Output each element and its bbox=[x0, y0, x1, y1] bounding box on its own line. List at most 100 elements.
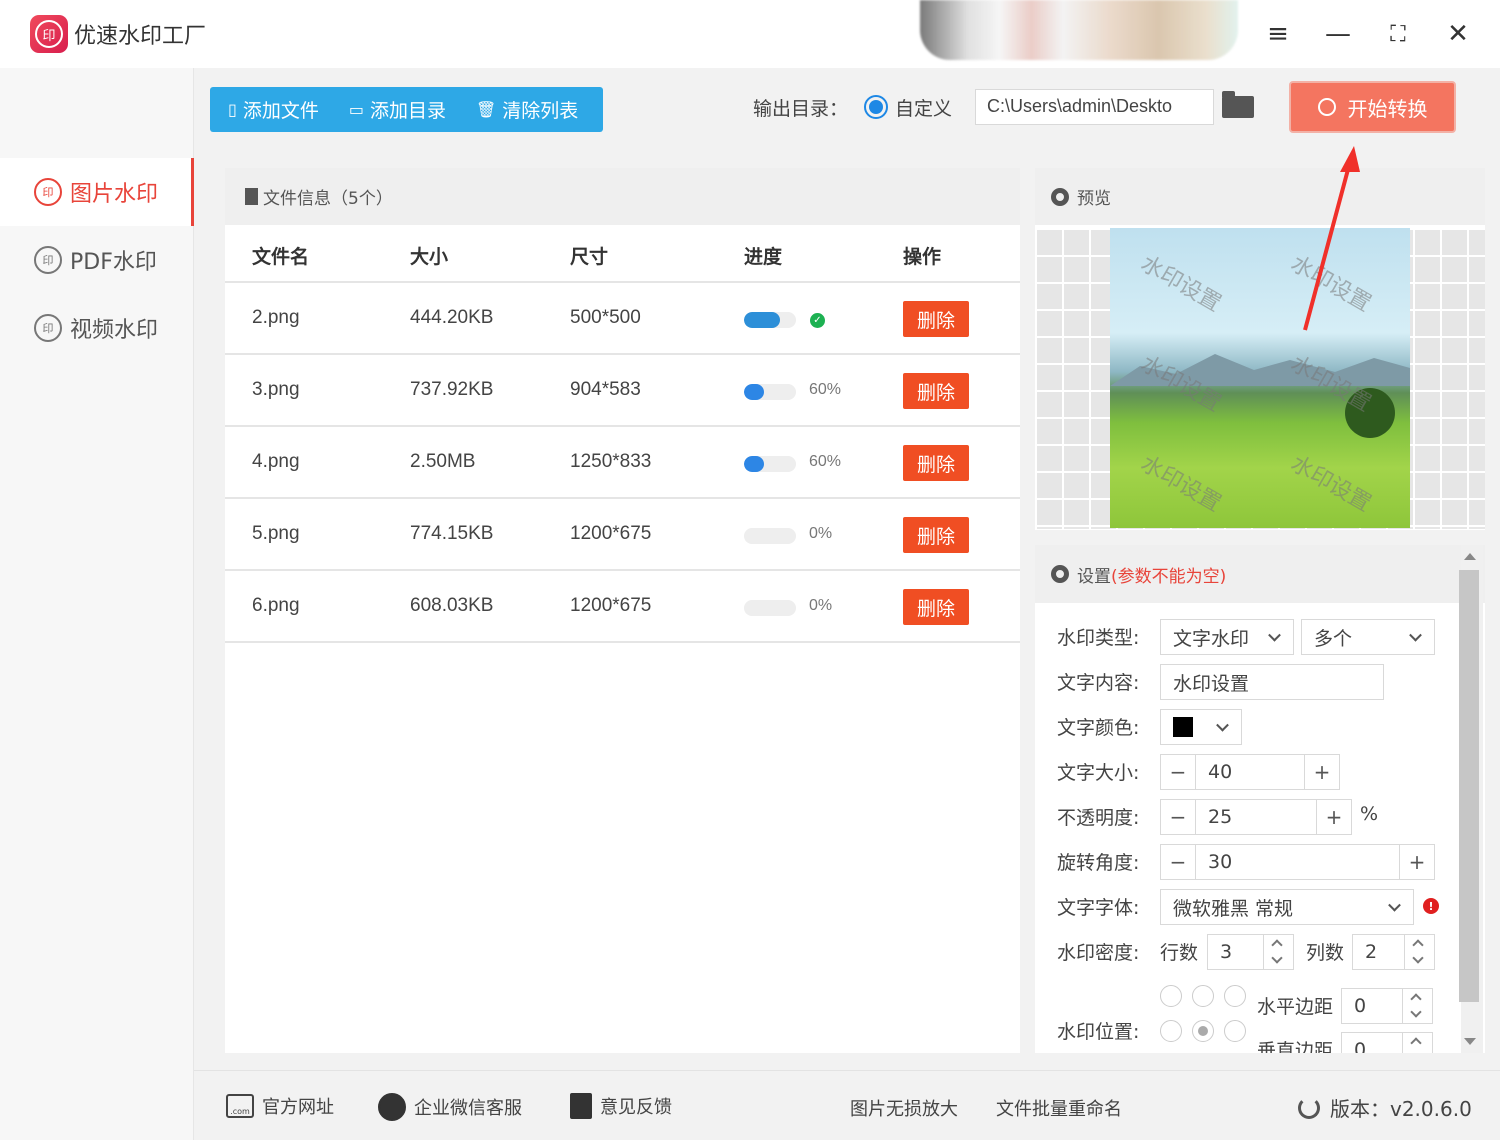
output-path-input[interactable]: C:\Users\admin\Deskto bbox=[975, 89, 1214, 125]
file-dimensions: 1200*675 bbox=[570, 523, 652, 544]
watermark-mode-select[interactable]: 多个 bbox=[1301, 619, 1435, 655]
density-label: 水印密度: bbox=[1057, 942, 1140, 964]
close-icon[interactable]: ✕ bbox=[1440, 16, 1476, 52]
increment-button[interactable]: + bbox=[1304, 755, 1339, 789]
decrement-button[interactable]: − bbox=[1161, 755, 1196, 789]
position-center[interactable] bbox=[1192, 1020, 1214, 1042]
document-icon bbox=[245, 188, 258, 205]
font-label: 文字字体: bbox=[1057, 897, 1140, 919]
text-size-stepper[interactable]: − 40 + bbox=[1160, 754, 1340, 790]
delete-button[interactable]: 删除 bbox=[903, 301, 969, 337]
progress-bar bbox=[744, 312, 796, 328]
sidebar-item-image-watermark[interactable]: 印 图片水印 bbox=[0, 158, 194, 226]
clear-list-button[interactable]: 🗑 清除列表 bbox=[458, 87, 590, 132]
preview-panel: 预览 水印设置 水印设置 水印设置 水印设置 水印设置 水印设置 bbox=[1035, 168, 1485, 530]
table-row[interactable]: 5.png 774.15KB 1200*675 0% 删除 bbox=[225, 499, 1020, 571]
scroll-up-icon[interactable] bbox=[1464, 553, 1476, 560]
start-convert-button[interactable]: 开始转换 bbox=[1289, 81, 1456, 133]
user-avatar-blurred[interactable] bbox=[920, 0, 1238, 60]
app-logo-icon: 印 bbox=[30, 15, 68, 53]
decrement-button[interactable]: − bbox=[1161, 800, 1196, 834]
table-row[interactable]: 2.png 444.20KB 500*500 ✓ 删除 bbox=[225, 283, 1020, 355]
progress-bar bbox=[744, 456, 796, 472]
add-file-button[interactable]: ▯ 添加文件 bbox=[210, 87, 331, 132]
position-top-left[interactable] bbox=[1160, 985, 1182, 1007]
text-content-input[interactable]: 水印设置 bbox=[1160, 664, 1384, 700]
sidebar-item-label: 图片水印 bbox=[70, 182, 159, 207]
file-list-panel: 文件信息（5个） 文件名 大小 尺寸 进度 操作 2.png 444.20KB … bbox=[225, 168, 1020, 1053]
column-header-size: 大小 bbox=[410, 246, 449, 268]
custom-output-radio[interactable] bbox=[864, 95, 888, 119]
table-row[interactable]: 3.png 737.92KB 904*583 60% 删除 bbox=[225, 355, 1020, 427]
maximize-icon[interactable]: ⛶ bbox=[1380, 16, 1416, 52]
file-name: 5.png bbox=[252, 523, 300, 544]
menu-icon[interactable]: ≡ bbox=[1260, 16, 1296, 52]
text-size-label: 文字大小: bbox=[1057, 762, 1140, 784]
file-size: 444.20KB bbox=[410, 307, 494, 328]
h-margin-spinner[interactable]: 0 bbox=[1341, 988, 1433, 1024]
spinner-arrows[interactable] bbox=[1263, 935, 1293, 969]
scrollbar-thumb[interactable] bbox=[1459, 570, 1479, 1002]
spinner-arrows[interactable] bbox=[1404, 935, 1434, 969]
upscale-link[interactable]: 图片无损放大 bbox=[850, 1095, 958, 1121]
position-middle-right[interactable] bbox=[1224, 1020, 1246, 1042]
file-name: 2.png bbox=[252, 307, 300, 328]
settings-scrollbar[interactable] bbox=[1459, 545, 1483, 1053]
decrement-button[interactable]: − bbox=[1161, 845, 1196, 879]
delete-button[interactable]: 删除 bbox=[903, 445, 969, 481]
file-list-header: 文件信息（5个） bbox=[225, 168, 1020, 225]
color-swatch bbox=[1173, 717, 1193, 737]
progress-bar bbox=[744, 528, 796, 544]
progress-text: 60% bbox=[809, 453, 842, 470]
position-middle-left[interactable] bbox=[1160, 1020, 1182, 1042]
h-margin-label: 水平边距 bbox=[1257, 996, 1334, 1018]
position-top-center[interactable] bbox=[1192, 985, 1214, 1007]
watermark-type-select[interactable]: 文字水印 bbox=[1160, 619, 1294, 655]
delete-button[interactable]: 删除 bbox=[903, 517, 969, 553]
file-name: 4.png bbox=[252, 451, 300, 472]
wechat-service-link[interactable]: 企业微信客服 bbox=[378, 1093, 522, 1121]
sidebar-item-pdf-watermark[interactable]: 印 PDF水印 bbox=[0, 226, 194, 294]
minimize-icon[interactable]: — bbox=[1320, 16, 1356, 52]
opacity-stepper[interactable]: − 25 + bbox=[1160, 799, 1352, 835]
website-icon: .com bbox=[226, 1094, 254, 1118]
progress-text: 0% bbox=[809, 597, 833, 614]
v-margin-label: 垂直边距 bbox=[1257, 1040, 1334, 1053]
progress-fill bbox=[744, 312, 781, 328]
error-icon: ! bbox=[1423, 898, 1439, 914]
text-color-picker[interactable] bbox=[1160, 709, 1242, 745]
website-link[interactable]: .com 官方网址 bbox=[226, 1093, 334, 1119]
rows-spinner[interactable]: 3 bbox=[1207, 934, 1294, 970]
table-row[interactable]: 4.png 2.50MB 1250*833 60% 删除 bbox=[225, 427, 1020, 499]
v-margin-spinner[interactable]: 0 bbox=[1341, 1032, 1433, 1053]
scroll-down-icon[interactable] bbox=[1464, 1038, 1476, 1045]
feedback-icon bbox=[570, 1093, 592, 1119]
increment-button[interactable]: + bbox=[1316, 800, 1351, 834]
spinner-icon bbox=[1317, 98, 1336, 116]
sidebar-item-video-watermark[interactable]: 印 视频水印 bbox=[0, 294, 194, 362]
file-name: 3.png bbox=[252, 379, 300, 400]
table-row[interactable]: 6.png 608.03KB 1200*675 0% 删除 bbox=[225, 571, 1020, 643]
preview-header: 预览 bbox=[1035, 168, 1485, 225]
stamp-icon: 印 bbox=[34, 178, 62, 206]
settings-panel: 设置 (参数不能为空) 水印类型: 文字水印 多个 文字内容: 水印设置 文字颜… bbox=[1035, 545, 1485, 1053]
file-size: 2.50MB bbox=[410, 451, 476, 472]
watermark-text: 水印设置 bbox=[1286, 451, 1376, 517]
add-directory-button[interactable]: ▭ 添加目录 bbox=[331, 87, 458, 132]
feedback-link[interactable]: 意见反馈 bbox=[570, 1093, 672, 1119]
annotation-arrow bbox=[1303, 146, 1360, 331]
batch-rename-link[interactable]: 文件批量重命名 bbox=[996, 1095, 1122, 1121]
delete-button[interactable]: 删除 bbox=[903, 373, 969, 409]
cols-spinner[interactable]: 2 bbox=[1352, 934, 1435, 970]
increment-button[interactable]: + bbox=[1399, 845, 1434, 879]
rotation-stepper[interactable]: − 30 + bbox=[1160, 844, 1435, 880]
delete-button[interactable]: 删除 bbox=[903, 589, 969, 625]
position-top-right[interactable] bbox=[1224, 985, 1246, 1007]
trash-icon: 🗑 bbox=[475, 100, 497, 119]
version-info[interactable]: 版本：v2.0.6.0 bbox=[1298, 1093, 1472, 1122]
spinner-arrows[interactable] bbox=[1402, 1033, 1432, 1053]
browse-folder-icon[interactable] bbox=[1222, 91, 1254, 118]
spinner-arrows[interactable] bbox=[1402, 989, 1432, 1023]
font-select[interactable]: 微软雅黑 常规 bbox=[1160, 889, 1414, 925]
output-dir-label: 输出目录： bbox=[753, 98, 849, 120]
